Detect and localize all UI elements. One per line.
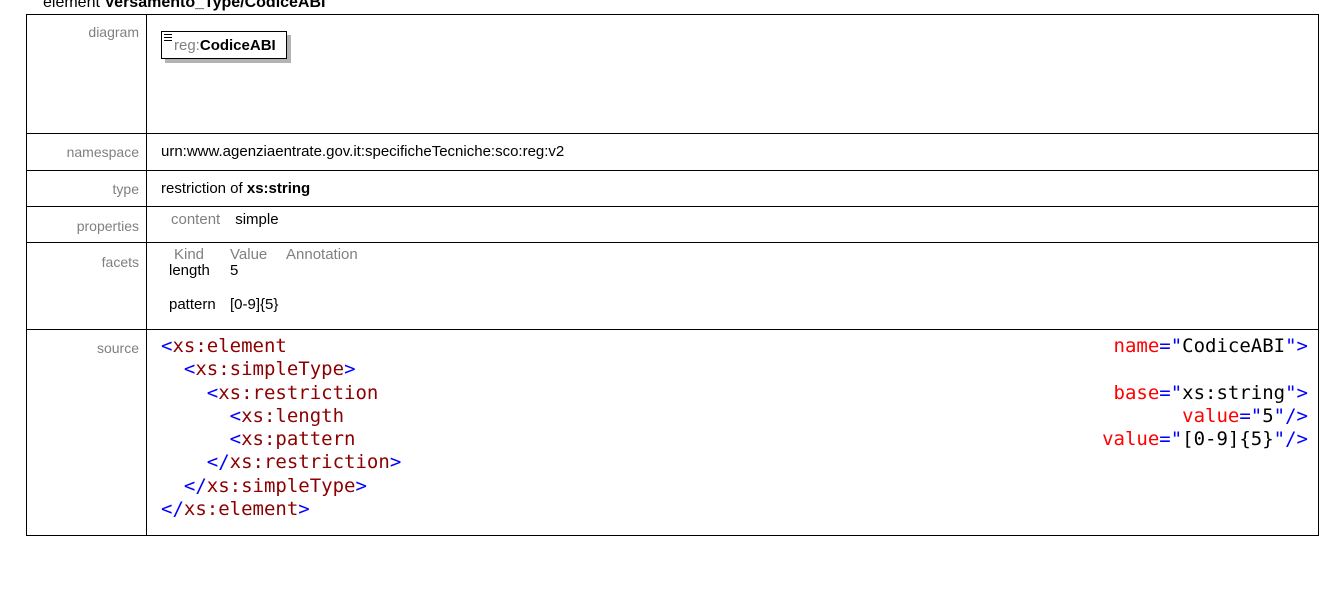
source-line: </xs:element> — [161, 498, 310, 521]
heading-prefix: element — [43, 0, 105, 11]
type-base: xs:string — [246, 180, 311, 197]
label-diagram: diagram — [26, 14, 147, 134]
diagram-label: reg:CodiceABI — [161, 31, 287, 59]
label-facets: facets — [26, 242, 147, 330]
facets-row-pattern: pattern [0-9]{5} — [169, 297, 1318, 313]
label-type: type — [26, 170, 147, 207]
type-prefix: restriction of — [161, 180, 247, 197]
label-source: source — [26, 329, 147, 536]
source-line: </xs:restriction> — [206, 451, 402, 474]
diagram-prefix: reg: — [174, 37, 200, 54]
element-doc-table: diagram reg:CodiceABI namespace urn:www.… — [26, 14, 1319, 536]
row-diagram: diagram reg:CodiceABI — [26, 14, 1319, 134]
facets-table: Kind Value Annotation length 5 pattern [… — [146, 242, 1319, 330]
source-line: <xs:restriction base="xs:string"> — [206, 381, 1308, 404]
heading-element-name: Versamento_Type/CodiceABI — [104, 0, 326, 11]
row-type: type restriction of xs:string — [26, 170, 1319, 207]
label-namespace: namespace — [26, 133, 147, 171]
facets-header-annotation: Annotation — [286, 246, 358, 263]
label-properties: properties — [26, 206, 147, 243]
element-lines-icon — [164, 34, 172, 43]
row-facets: facets Kind Value Annotation length 5 pa… — [26, 242, 1319, 330]
namespace-value: urn:www.agenziaentrate.gov.it:specifiche… — [146, 133, 1319, 171]
properties-val: simple — [235, 211, 279, 228]
facets-row-length: length 5 — [169, 263, 1318, 279]
facets-header-kind: Kind — [174, 246, 205, 263]
row-namespace: namespace urn:www.agenziaentrate.gov.it:… — [26, 133, 1319, 171]
facet-kind: length — [169, 262, 210, 279]
source-line: <xs:simpleType> — [183, 358, 356, 381]
properties-value: content simple — [146, 206, 1319, 243]
facet-value: 5 — [230, 262, 239, 279]
properties-key: content — [171, 211, 221, 228]
facet-kind: pattern — [169, 296, 216, 313]
row-properties: properties content simple — [26, 206, 1319, 243]
source-line: <xs:pattern value="[0-9]{5}"/> — [229, 428, 1308, 451]
element-diagram-box[interactable]: reg:CodiceABI — [161, 31, 291, 63]
source-line: </xs:simpleType> — [183, 474, 367, 497]
row-source: source <xs:element name="CodiceABI"> <xs:… — [26, 329, 1319, 536]
facet-value: [0-9]{5} — [230, 296, 279, 313]
facets-header-value: Value — [230, 246, 268, 263]
source-code: <xs:element name="CodiceABI"> <xs:simpleT… — [146, 329, 1319, 536]
diagram-cell: reg:CodiceABI — [146, 14, 1319, 134]
type-value: restriction of xs:string — [146, 170, 1319, 207]
source-line: <xs:element name="CodiceABI"> — [161, 335, 1308, 357]
source-line: <xs:length value="5"/> — [229, 404, 1308, 427]
facets-header-row: Kind Value Annotation — [169, 247, 1318, 263]
element-heading: element Versamento_Type/CodiceABI — [43, 0, 325, 13]
diagram-element-name: CodiceABI — [199, 37, 276, 54]
